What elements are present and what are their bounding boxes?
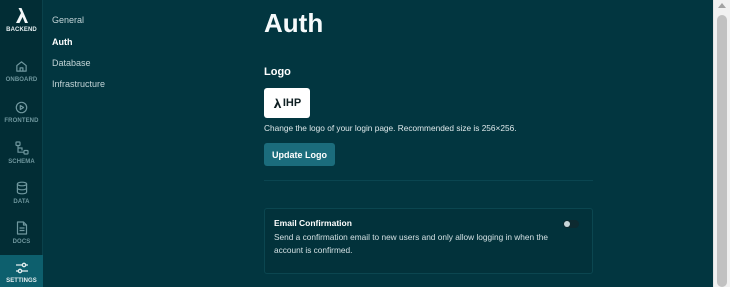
vertical-scrollbar[interactable] — [713, 0, 730, 287]
lambda-logo-icon — [273, 98, 282, 108]
email-confirmation-card: Email Confirmation Send a confirmation e… — [264, 208, 593, 274]
rail-label-schema: SCHEMA — [8, 159, 35, 165]
section-divider — [264, 180, 593, 181]
subnav-item-auth[interactable]: Auth — [52, 37, 73, 47]
update-logo-button[interactable]: Update Logo — [264, 143, 335, 166]
page-title: Auth — [264, 8, 324, 38]
subnav-item-database[interactable]: Database — [52, 58, 91, 68]
email-confirmation-description: Send a confirmation email to new users a… — [274, 232, 548, 255]
scroll-up-arrow-icon[interactable] — [718, 3, 726, 8]
rail-label-docs: DOCS — [12, 239, 31, 245]
brand-label: BACKEND — [6, 27, 37, 33]
rail-label-onboard: ONBOARD — [5, 77, 38, 83]
logo-wordmark: IHP — [282, 97, 302, 109]
scrollbar-thumb[interactable] — [717, 15, 727, 287]
app-rail: BACKEND ONBOARD FRONTEND SCHEMA DATA DOC… — [0, 0, 43, 287]
rail-label-frontend: FRONTEND — [4, 118, 39, 124]
toggle-knob — [564, 221, 570, 227]
auth-settings-content: Auth Logo IHP Change the logo of your lo… — [264, 0, 600, 287]
rail-item-docs[interactable]: DOCS — [0, 221, 43, 245]
home-icon — [16, 61, 27, 72]
email-confirmation-title: Email Confirmation — [274, 218, 352, 228]
rail-item-settings[interactable]: SETTINGS — [0, 255, 43, 287]
rail-label-data: DATA — [13, 199, 30, 205]
subnav-item-infrastructure[interactable]: Infrastructure — [52, 79, 105, 89]
settings-subnav: General Auth Database Infrastructure — [43, 0, 243, 287]
logo-preview[interactable]: IHP — [264, 88, 310, 118]
email-confirmation-toggle[interactable] — [563, 220, 579, 228]
logo-section-title: Logo — [264, 66, 291, 78]
document-icon — [16, 221, 27, 235]
rail-item-onboard[interactable]: ONBOARD — [0, 60, 43, 83]
backend-brand[interactable]: BACKEND — [0, 7, 43, 33]
database-icon — [16, 181, 27, 195]
rail-item-frontend[interactable]: FRONTEND — [0, 101, 43, 124]
play-circle-icon — [15, 101, 28, 114]
subnav-item-general[interactable]: General — [52, 15, 84, 25]
rail-item-schema[interactable]: SCHEMA — [0, 141, 43, 165]
sliders-icon — [15, 262, 28, 274]
schema-icon — [14, 141, 29, 155]
logo-hint: Change the logo of your login page. Reco… — [264, 123, 517, 133]
lambda-logo-icon — [15, 8, 28, 23]
rail-label-settings: SETTINGS — [6, 278, 37, 284]
rail-item-data[interactable]: DATA — [0, 181, 43, 205]
